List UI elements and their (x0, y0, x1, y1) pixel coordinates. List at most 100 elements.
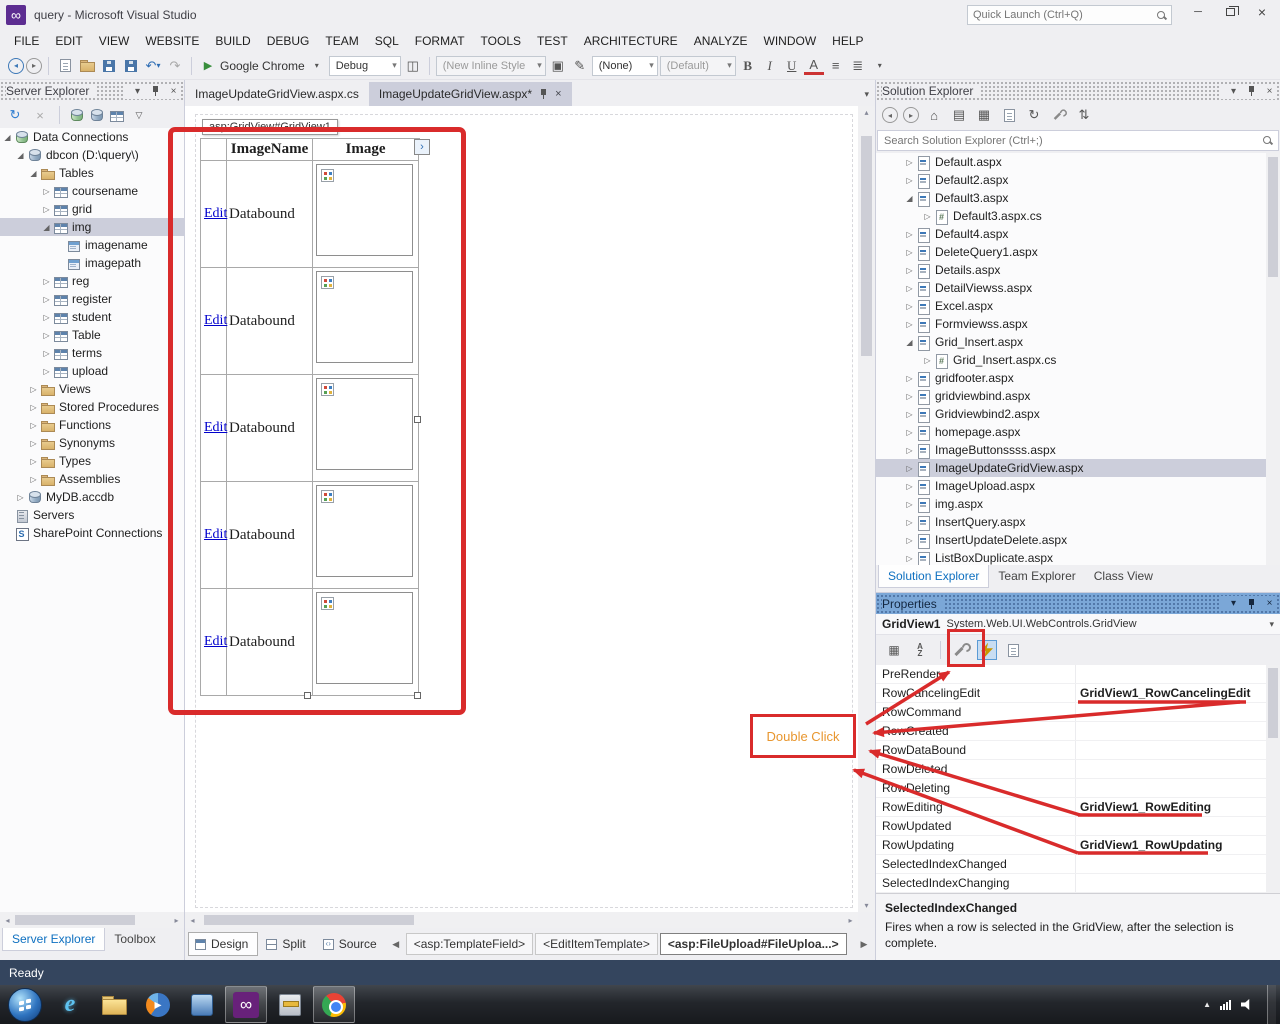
menu-item[interactable]: TEAM (317, 31, 366, 51)
menu-item[interactable]: DEBUG (259, 31, 318, 51)
panel-tab[interactable]: Solution Explorer (878, 565, 990, 588)
tag-navigator-chip[interactable]: <asp:FileUpload#FileUploa...> (659, 933, 847, 955)
tab-code-behind[interactable]: ImageUpdateGridView.aspx.cs (185, 82, 369, 106)
events-lightning-icon[interactable] (977, 640, 997, 660)
expander-arrow-icon[interactable]: ▷ (904, 248, 915, 257)
tree-row[interactable]: ▷ DeleteQuery1.aspx (876, 243, 1266, 261)
tree-row[interactable]: ▷ coursename (0, 182, 184, 200)
close-icon[interactable]: × (1262, 596, 1277, 611)
menu-item[interactable]: BUILD (207, 31, 258, 51)
expander-arrow-icon[interactable]: ▷ (41, 367, 52, 376)
alphabetical-icon[interactable]: AZ (910, 640, 930, 660)
menu-item[interactable]: TOOLS (473, 31, 529, 51)
menu-item[interactable]: FILE (6, 31, 47, 51)
property-pages-icon[interactable] (1003, 640, 1023, 660)
solution-configuration-dropdown[interactable]: Debug ▾ (328, 55, 401, 76)
solution-search-input[interactable] (878, 134, 1262, 147)
tree-row[interactable]: ◢ dbcon (D:\query\) (0, 146, 184, 164)
resize-handle[interactable] (414, 692, 421, 699)
menu-item[interactable]: TEST (529, 31, 576, 51)
edit-link[interactable]: Edit (204, 206, 227, 222)
tree-row[interactable]: ▷ ImageUpload.aspx (876, 477, 1266, 495)
server-explorer-header[interactable]: Server Explorer ▾ × (0, 80, 184, 102)
event-handler-value[interactable] (1076, 760, 1266, 778)
tree-row[interactable]: ▷ InsertQuery.aspx (876, 513, 1266, 531)
font-color-icon[interactable]: A (803, 57, 824, 75)
edit-link[interactable]: Edit (204, 420, 227, 436)
solution-search-box[interactable] (877, 130, 1279, 151)
scroll-left-icon[interactable]: ◂ (0, 916, 15, 925)
save-icon[interactable] (99, 55, 119, 77)
tab-design-file[interactable]: ImageUpdateGridView.aspx* × (368, 82, 572, 106)
event-handler-value[interactable]: GridView1_RowUpdating (1076, 836, 1266, 854)
scrollbar-thumb[interactable] (1268, 157, 1278, 277)
tree-row[interactable]: ▷ ImageButtonssss.aspx (876, 441, 1266, 459)
tree-row[interactable]: ▷ student (0, 308, 184, 326)
solution-explorer-header[interactable]: Solution Explorer ▾ × (876, 80, 1280, 102)
gridview-control[interactable]: ImageName Image Edit Databound Edit Data… (200, 138, 420, 696)
expander-arrow-icon[interactable]: ▷ (904, 392, 915, 401)
scroll-down-icon[interactable]: ▾ (858, 901, 875, 910)
view-switch-button[interactable]: Design (188, 932, 259, 956)
window-position-icon[interactable]: ▾ (1226, 84, 1241, 99)
menu-item[interactable]: SQL (367, 31, 407, 51)
italic-button[interactable]: I (760, 55, 780, 77)
expander-arrow-icon[interactable]: ▷ (922, 212, 933, 221)
expander-arrow-icon[interactable]: ▷ (904, 158, 915, 167)
close-icon[interactable]: × (166, 84, 181, 99)
expander-arrow-icon[interactable]: ▷ (904, 266, 915, 275)
expander-arrow-icon[interactable]: ▷ (904, 176, 915, 185)
expander-arrow-icon[interactable]: ▷ (28, 421, 39, 430)
close-button[interactable]: × (1246, 0, 1278, 24)
expander-arrow-icon[interactable]: ▷ (904, 536, 915, 545)
new-file-icon[interactable] (55, 55, 75, 77)
style-dropdown[interactable]: (New Inline Style ▾ (435, 55, 546, 76)
open-file-icon[interactable] (77, 55, 97, 77)
edit-link[interactable]: Edit (204, 313, 227, 329)
event-row[interactable]: RowDataBound (876, 741, 1266, 760)
tree-row[interactable]: ▷ register (0, 290, 184, 308)
event-handler-value[interactable] (1076, 817, 1266, 835)
expander-arrow-icon[interactable]: ▷ (904, 230, 915, 239)
volume-icon[interactable] (1241, 999, 1250, 1010)
event-handler-value[interactable]: GridView1_RowEditing (1076, 798, 1266, 816)
home-icon[interactable]: ⌂ (924, 104, 944, 126)
tree-row[interactable]: ▷ grid (0, 200, 184, 218)
event-handler-value[interactable] (1076, 779, 1266, 797)
view-switch-button[interactable]: Split (260, 932, 314, 956)
event-handler-value[interactable] (1076, 722, 1266, 740)
menu-item[interactable]: FORMAT (407, 31, 473, 51)
fileupload-control[interactable] (316, 271, 413, 363)
tree-row[interactable]: ▷ Views (0, 380, 184, 398)
taskbar-app-button[interactable] (49, 986, 91, 1023)
tree-row[interactable]: ▷ Types (0, 452, 184, 470)
event-handler-value[interactable] (1076, 874, 1266, 892)
tree-row[interactable]: ▷ InsertUpdateDelete.aspx (876, 531, 1266, 549)
back-icon[interactable]: ◂ (882, 107, 898, 123)
event-row[interactable]: SelectedIndexChanged (876, 855, 1266, 874)
expander-arrow-icon[interactable]: ▷ (28, 403, 39, 412)
chevron-down-icon[interactable]: ▾ (1269, 619, 1274, 630)
event-handler-value[interactable] (1076, 665, 1266, 683)
menu-item[interactable]: VIEW (91, 31, 138, 51)
alignment-icon[interactable]: ≡ (826, 55, 846, 77)
show-all-files-icon[interactable] (999, 104, 1019, 126)
refresh-icon[interactable]: ↻ (5, 104, 25, 126)
tree-row[interactable]: ▷ gridfooter.aspx (876, 369, 1266, 387)
attach-icon[interactable]: ◫ (403, 55, 423, 77)
refresh-icon[interactable]: ↻ (1024, 104, 1044, 126)
expander-arrow-icon[interactable]: ▷ (904, 518, 915, 527)
expander-arrow-icon[interactable]: ▷ (41, 205, 52, 214)
expander-arrow-icon[interactable]: ▷ (904, 374, 915, 383)
expander-arrow-icon[interactable]: ▷ (904, 446, 915, 455)
tree-row[interactable]: ▷ Default3.aspx.cs (876, 207, 1266, 225)
expander-arrow-icon[interactable]: ▷ (904, 464, 915, 473)
expander-arrow-icon[interactable]: ▷ (41, 349, 52, 358)
server-explorer-hscrollbar[interactable]: ◂ ▸ (0, 912, 184, 928)
tag-navigator-chip[interactable]: <EditItemTemplate> (535, 933, 658, 955)
add-table-icon[interactable] (109, 108, 124, 123)
expander-arrow-icon[interactable]: ▷ (904, 284, 915, 293)
document-list-dropdown-icon[interactable]: ▾ (864, 89, 869, 100)
menu-item[interactable]: WINDOW (756, 31, 825, 51)
expander-arrow-icon[interactable]: ◢ (904, 194, 915, 203)
